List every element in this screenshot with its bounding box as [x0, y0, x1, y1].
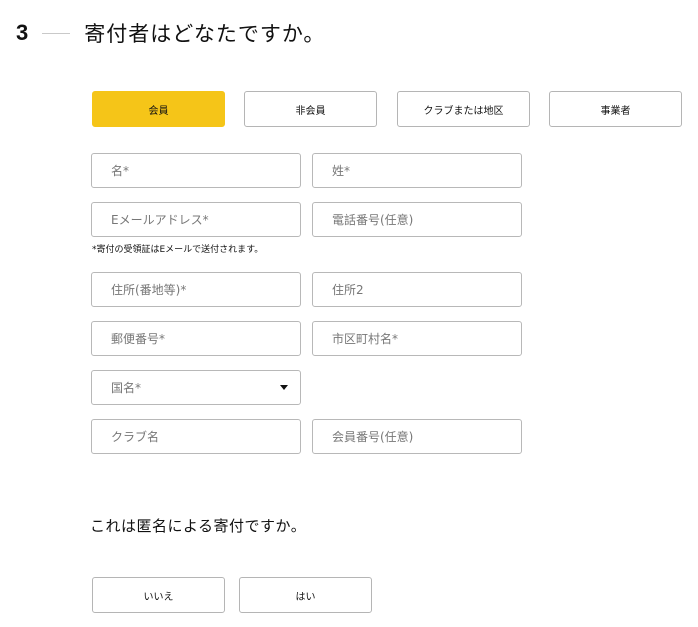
member-number-field[interactable] — [312, 419, 522, 454]
phone-field[interactable] — [312, 202, 522, 237]
step-number: 3 — [16, 20, 29, 45]
email-receipt-note: *寄付の受領証はEメールで送付されます。 — [92, 245, 264, 255]
country-select[interactable]: 国名* — [91, 370, 301, 405]
donor-type-member-button[interactable]: 会員 — [92, 91, 225, 127]
address1-field[interactable] — [91, 272, 301, 307]
club-name-input[interactable] — [111, 429, 300, 444]
last-name-input[interactable] — [332, 163, 521, 178]
donor-type-club-district-button[interactable]: クラブまたは地区 — [397, 91, 530, 127]
donor-type-non-member-button[interactable]: 非会員 — [244, 91, 377, 127]
anonymous-question: これは匿名による寄付ですか。 — [90, 517, 307, 535]
donor-type-business-button[interactable]: 事業者 — [549, 91, 682, 127]
address2-input[interactable] — [332, 282, 521, 297]
anonymous-no-button[interactable]: いいえ — [92, 577, 225, 613]
caret-down-icon — [280, 385, 288, 390]
section-header: 3 寄付者はどなたですか。 — [16, 16, 325, 50]
step-divider — [42, 32, 71, 34]
first-name-input[interactable] — [111, 163, 300, 178]
anonymous-yes-button[interactable]: はい — [239, 577, 372, 613]
email-input[interactable] — [111, 212, 300, 227]
address2-field[interactable] — [312, 272, 522, 307]
phone-input[interactable] — [332, 212, 521, 227]
city-field[interactable] — [312, 321, 522, 356]
postal-code-input[interactable] — [111, 331, 300, 346]
email-field[interactable] — [91, 202, 301, 237]
member-number-input[interactable] — [332, 429, 521, 444]
section-title: 寄付者はどなたですか。 — [84, 22, 326, 46]
city-input[interactable] — [332, 331, 521, 346]
last-name-field[interactable] — [312, 153, 522, 188]
address1-input[interactable] — [111, 282, 300, 297]
club-name-field[interactable] — [91, 419, 301, 454]
country-select-label: 国名* — [111, 381, 142, 395]
first-name-field[interactable] — [91, 153, 301, 188]
postal-code-field[interactable] — [91, 321, 301, 356]
